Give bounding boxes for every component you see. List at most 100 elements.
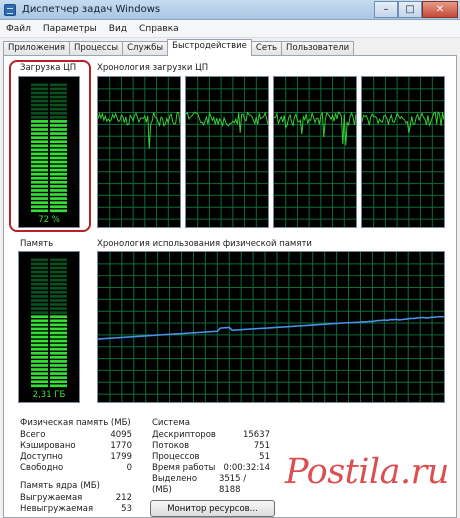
memory-meter-segment: [31, 356, 48, 359]
physical-memory-row: Кэшировано 1770: [20, 441, 132, 452]
memory-meter-segment: [50, 274, 67, 278]
cpu-meter-segment: [50, 120, 67, 123]
stat-label: Доступно: [20, 452, 63, 462]
memory-usage-value: 2,31 ГБ: [32, 390, 66, 400]
cpu-core-2-graph: [185, 76, 269, 228]
memory-meter-segment: [50, 270, 67, 274]
memory-meter-segment: [50, 339, 67, 343]
stat-label: Процессов: [152, 452, 200, 462]
memory-meter-segment: [50, 384, 67, 388]
memory-meter-segment: [31, 266, 48, 270]
memory-meter-segment: [50, 307, 67, 310]
tab-applications[interactable]: Приложения: [3, 41, 71, 56]
memory-trace: [98, 315, 444, 340]
memory-meter-segment: [31, 311, 48, 314]
cpu-meter-segment: [50, 205, 67, 209]
cpu-meter-segment: [50, 193, 67, 196]
system-row: Потоков 751: [152, 441, 270, 452]
close-button[interactable]: ✕: [422, 1, 458, 18]
cpu-meter-segment: [31, 132, 48, 135]
window-title: Диспетчер задач Windows: [22, 4, 161, 15]
stat-label: Потоков: [152, 441, 190, 451]
cpu-usage-meter: 72 %: [18, 76, 80, 228]
tab-network[interactable]: Сеть: [250, 41, 283, 56]
memory-meter-segment: [31, 327, 48, 331]
memory-meter-segment: [31, 364, 48, 367]
tab-services[interactable]: Службы: [122, 41, 169, 56]
stat-value: 751: [253, 441, 270, 451]
memory-meter-segment: [50, 295, 67, 298]
memory-meter-segment: [50, 319, 67, 323]
memory-meter-segment: [50, 282, 67, 286]
memory-meter-segment: [50, 347, 67, 351]
memory-meter-segment: [50, 372, 67, 375]
stat-value: 53: [121, 504, 132, 514]
memory-meter-segment: [31, 282, 48, 286]
cpu-meter-segment: [31, 181, 48, 184]
cpu-meter-segment: [31, 87, 48, 91]
cpu-meter-segment: [50, 181, 67, 184]
tab-processes[interactable]: Процессы: [69, 41, 124, 56]
cpu-core-1-graph: [97, 76, 181, 228]
memory-meter-segment: [50, 266, 67, 270]
memory-meter-segment: [31, 360, 48, 363]
cpu-meter-segment: [50, 152, 67, 156]
maximize-button[interactable]: □: [398, 1, 422, 18]
resource-monitor-button[interactable]: Монитор ресурсов...: [150, 500, 275, 517]
cpu-meter-segment: [31, 124, 48, 127]
cpu-meter-segment: [31, 128, 48, 131]
stat-value: 4095: [110, 430, 132, 440]
menu-help[interactable]: Справка: [133, 24, 185, 34]
menu-view[interactable]: Вид: [103, 24, 133, 34]
memory-history-graph: [97, 251, 445, 403]
cpu-meter-segment: [31, 193, 48, 196]
stat-label: Всего: [20, 430, 46, 440]
memory-meter-segment: [31, 295, 48, 298]
minimize-button[interactable]: –: [374, 1, 398, 18]
memory-meter-segment: [31, 368, 48, 371]
cpu-meter-segment: [31, 83, 48, 87]
memory-meter-segment: [31, 286, 48, 290]
memory-meter-segment: [31, 258, 48, 262]
memory-meter-segment: [31, 343, 48, 347]
cpu-meter-segment: [50, 144, 67, 148]
menu-file[interactable]: Файл: [0, 24, 37, 34]
stat-label: Выделено (МБ): [152, 474, 198, 495]
cpu-core-trace: [274, 111, 356, 146]
cpu-history-title: Хронология загрузки ЦП: [97, 63, 209, 73]
tab-performance[interactable]: Быстродействие: [167, 39, 252, 56]
memory-meter-segment: [50, 356, 67, 359]
cpu-meter-segment: [31, 205, 48, 209]
cpu-meter-segment: [31, 103, 48, 107]
memory-meter-segment: [50, 291, 67, 294]
stat-value: 0:00:32:14: [223, 463, 270, 473]
physical-memory-row: Свободно 0: [20, 463, 132, 474]
memory-meter-segment: [50, 351, 67, 355]
physical-memory-row: Доступно 1799: [20, 452, 132, 463]
cpu-meter-segment: [50, 140, 67, 144]
memory-usage-meter: 2,31 ГБ: [18, 251, 80, 403]
memory-meter-segment: [31, 335, 48, 339]
memory-meter-segment: [50, 303, 67, 306]
cpu-meter-segment: [31, 168, 48, 172]
memory-meter-segment: [50, 343, 67, 347]
memory-meter-segment: [50, 323, 67, 327]
cpu-meter-segment: [31, 140, 48, 144]
memory-meter-segment: [31, 319, 48, 323]
memory-meter-segment: [31, 331, 48, 335]
system-row: Выделено (МБ) 3515 / 8188: [152, 474, 270, 496]
memory-meter-segment: [31, 339, 48, 343]
memory-meter-segment: [50, 376, 67, 379]
memory-meter-segment: [31, 384, 48, 388]
memory-meter-segment: [31, 278, 48, 282]
cpu-usage-value: 72 %: [38, 215, 60, 225]
stat-value: 212: [115, 493, 132, 503]
cpu-meter-segment: [31, 152, 48, 156]
cpu-meter-segment: [50, 209, 67, 213]
menu-options[interactable]: Параметры: [37, 24, 103, 34]
memory-meter-segment: [31, 274, 48, 278]
tab-users[interactable]: Пользователи: [281, 41, 355, 56]
stat-value: 51: [259, 452, 270, 462]
cpu-meter-segment: [50, 124, 67, 127]
stat-label: Кэшировано: [20, 441, 76, 451]
